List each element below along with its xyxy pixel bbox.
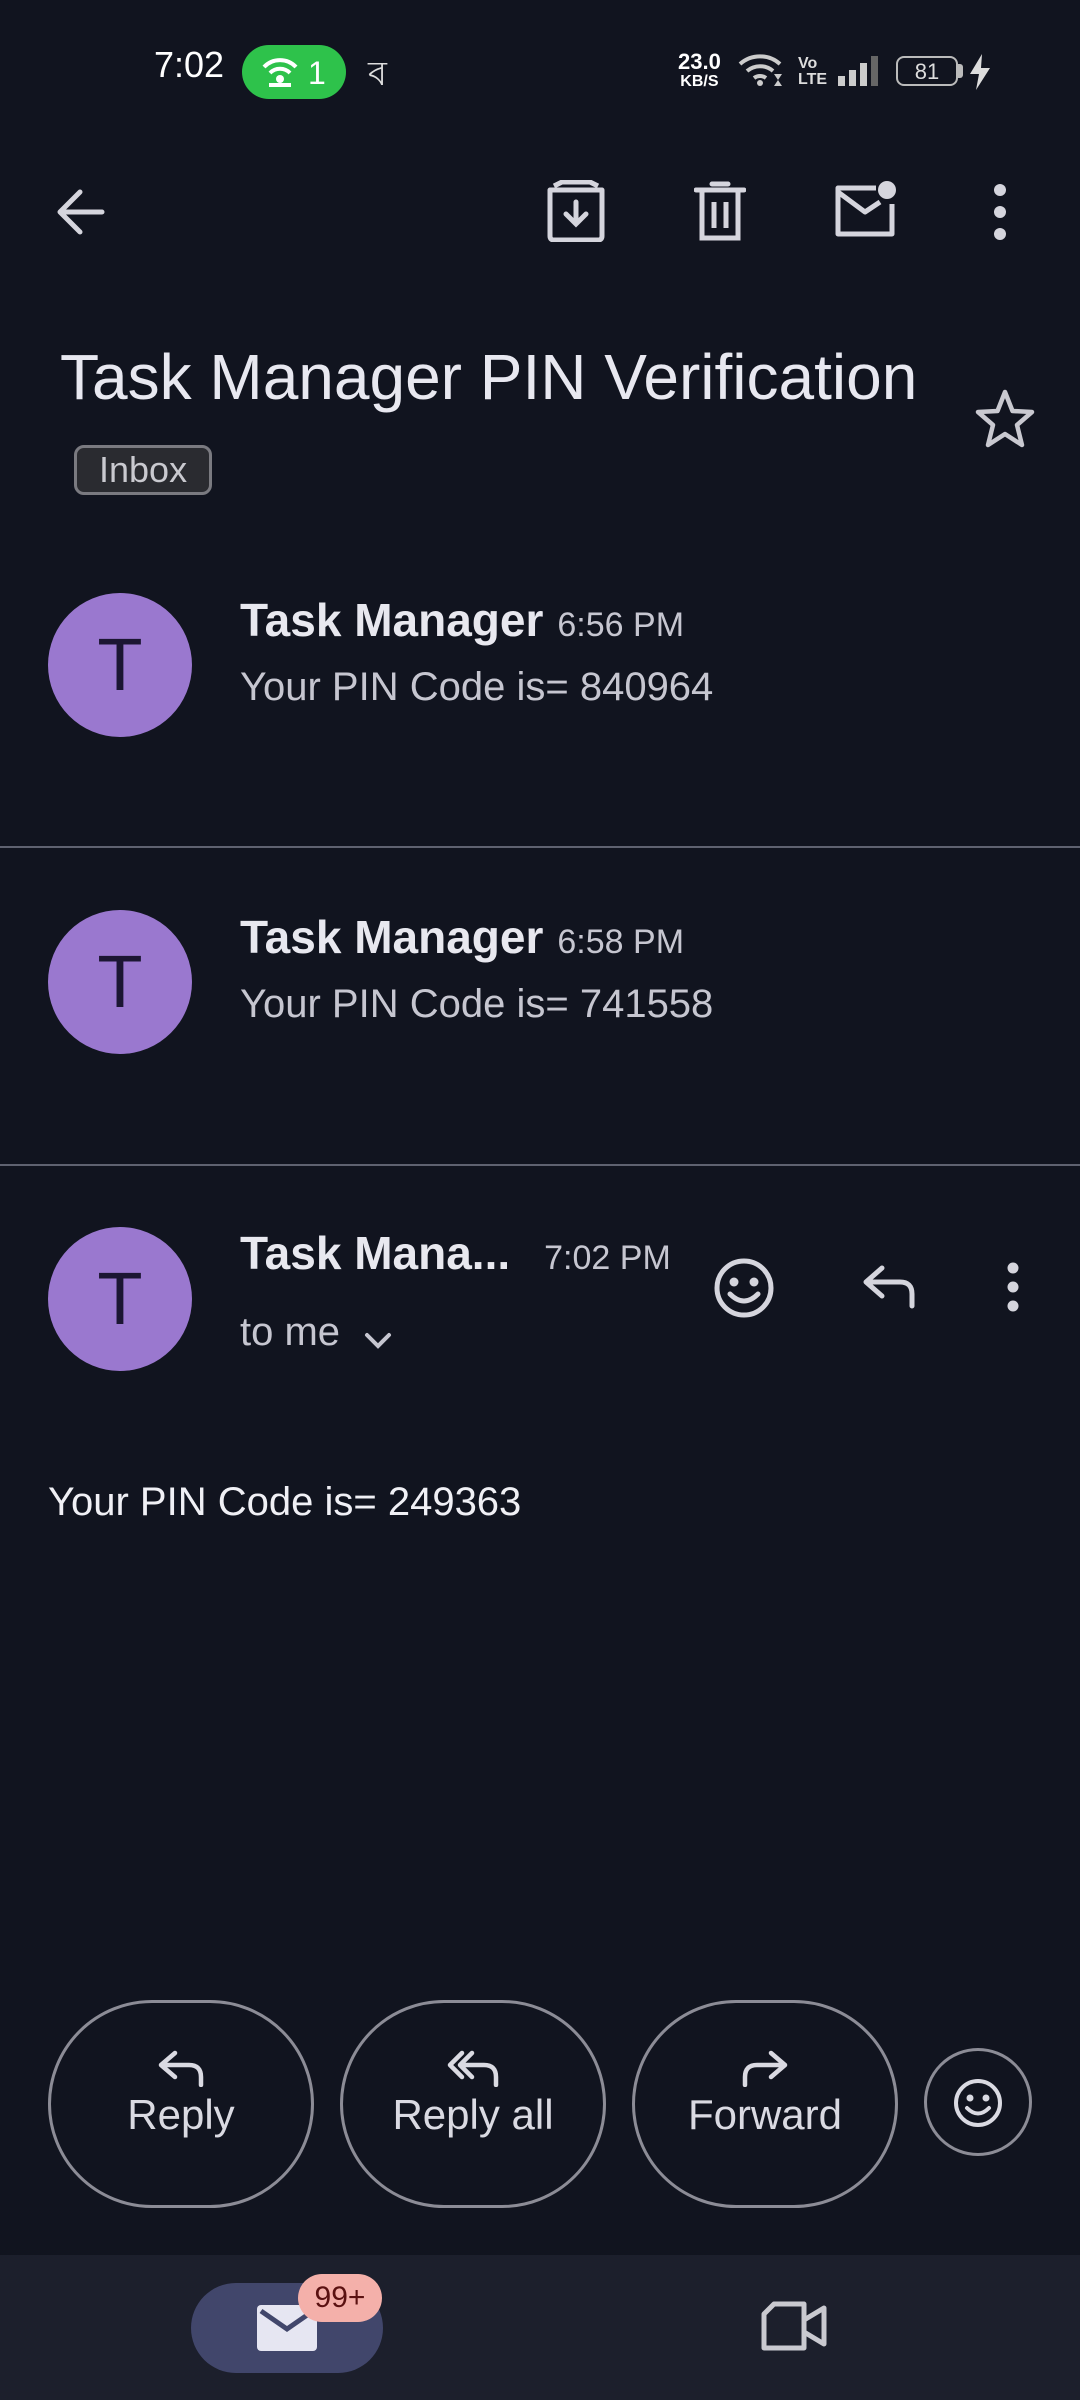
bottom-navigation <box>0 2255 1080 2400</box>
react-button[interactable] <box>924 2048 1032 2156</box>
open-message-header: Task Mana... 7:02 PM <box>240 1226 671 1280</box>
sender-name: Task Manager <box>240 594 544 646</box>
reply-all-action-button[interactable]: Reply all <box>340 2000 606 2208</box>
message-time: 7:02 PM <box>544 1239 671 1277</box>
reply-all-label: Reply all <box>392 2091 554 2138</box>
network-speed-value: 23.0 <box>678 49 721 74</box>
reply-icon <box>860 1262 918 1310</box>
message-item[interactable]: T Task Manager 6:58 PM Your PIN Code is= … <box>0 848 1080 1164</box>
forward-icon <box>741 2049 789 2087</box>
message-header: Task Manager 6:56 PM <box>240 593 684 647</box>
sender-name: Task Mana... <box>240 1227 511 1279</box>
message-snippet: Your PIN Code is= 840964 <box>240 665 714 709</box>
message-body: Your PIN Code is= 249363 <box>48 1480 522 1524</box>
network-speed-unit: KB/S <box>680 73 719 90</box>
hotspot-count: 1 <box>308 55 326 91</box>
archive-button[interactable] <box>546 180 606 242</box>
status-time: 7:02 <box>154 44 225 85</box>
emoji-icon <box>952 2077 1004 2129</box>
battery-cap <box>958 64 963 78</box>
message-header: Task Manager 6:58 PM <box>240 910 684 964</box>
archive-icon <box>546 180 606 242</box>
back-arrow-icon <box>50 180 114 244</box>
avatar[interactable]: T <box>48 910 192 1054</box>
emoji-icon <box>712 1256 776 1320</box>
charging-icon <box>968 54 992 90</box>
reply-label: Reply <box>127 2091 235 2138</box>
divider <box>0 1164 1080 1166</box>
keyboard-language-indicator: ব <box>368 54 387 94</box>
message-item[interactable]: T Task Manager 6:56 PM Your PIN Code is= … <box>0 560 1080 846</box>
video-camera-icon <box>760 2300 828 2352</box>
reply-icon <box>157 2049 205 2087</box>
star-button[interactable] <box>974 388 1036 450</box>
recipient-text: to me <box>240 1310 341 1354</box>
thread-subject: Task Manager PIN Verification Inbox <box>60 330 960 518</box>
hotspot-indicator: 1 <box>242 45 346 99</box>
message-more-button[interactable] <box>1004 1262 1022 1312</box>
avatar[interactable]: T <box>48 593 192 737</box>
reply-all-icon <box>446 2049 500 2087</box>
network-speed: 23.0 KB/S <box>678 49 721 92</box>
more-vert-icon <box>1004 1262 1022 1312</box>
message-snippet: Your PIN Code is= 741558 <box>240 982 714 1026</box>
forward-label: Forward <box>687 2091 843 2138</box>
message-time: 6:58 PM <box>557 923 685 961</box>
inbox-label-badge[interactable]: Inbox <box>74 445 213 496</box>
battery-level: 81 <box>914 59 940 84</box>
chevron-down-icon <box>363 1331 393 1351</box>
reply-action-button[interactable]: Reply <box>48 2000 314 2208</box>
avatar[interactable]: T <box>48 1227 192 1371</box>
forward-action-button[interactable]: Forward <box>632 2000 898 2208</box>
battery-indicator: 81 <box>896 56 958 86</box>
mark-unread-button[interactable] <box>832 178 898 240</box>
mark-unread-icon <box>832 178 898 240</box>
delete-icon <box>694 180 746 242</box>
message-time: 6:56 PM <box>557 606 685 644</box>
sender-name: Task Manager <box>240 911 544 963</box>
volte-indicator: Vo LTE <box>798 55 828 88</box>
star-icon <box>974 388 1036 450</box>
back-button[interactable] <box>50 180 114 244</box>
delete-button[interactable] <box>694 180 746 242</box>
nav-meet-tab[interactable] <box>760 2300 828 2352</box>
reply-button[interactable] <box>860 1262 918 1310</box>
more-options-button[interactable] <box>990 184 1010 240</box>
signal-icon <box>836 54 882 88</box>
hotspot-icon <box>260 55 300 89</box>
subject-text: Task Manager PIN Verification <box>60 341 918 413</box>
more-vert-icon <box>990 184 1010 240</box>
recipient-details-toggle[interactable]: to me <box>240 1310 393 1355</box>
add-reaction-button[interactable] <box>712 1256 776 1320</box>
unread-count-badge: 99+ <box>298 2274 382 2322</box>
wifi-icon <box>738 52 782 88</box>
